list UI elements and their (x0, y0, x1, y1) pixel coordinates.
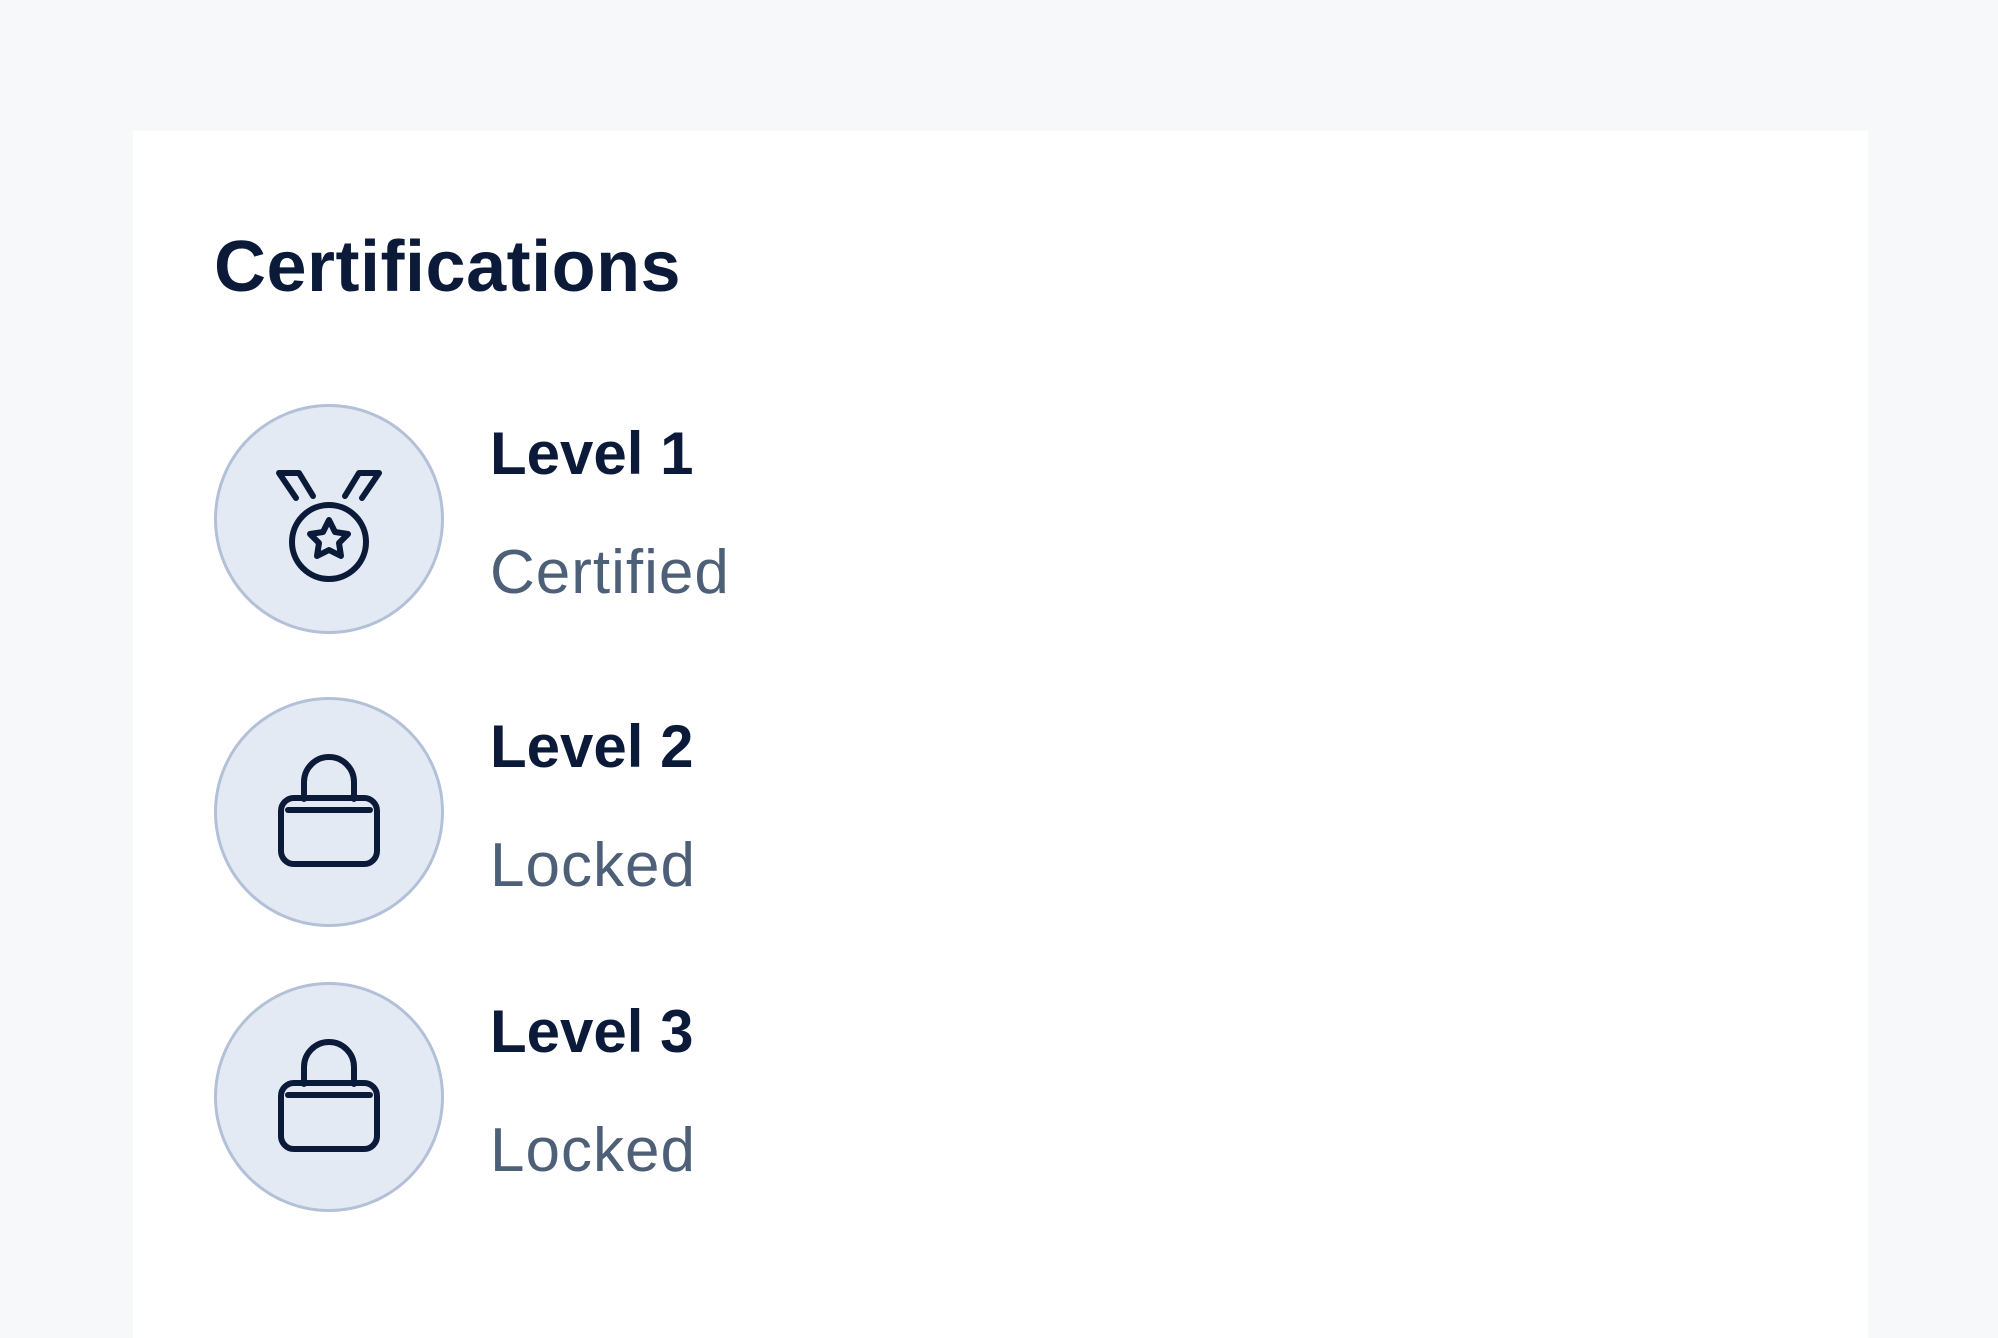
certification-badge (214, 982, 444, 1212)
certification-level-name: Level 1 (490, 420, 694, 487)
certification-level-name: Level 2 (490, 713, 694, 780)
certification-item-level-1: Level 1 Certified (214, 404, 1114, 634)
certification-badge (214, 404, 444, 634)
certification-level-name: Level 3 (490, 998, 694, 1065)
medal-icon (269, 454, 389, 584)
certification-item-level-3: Level 3 Locked (214, 982, 1114, 1212)
certification-badge (214, 697, 444, 927)
certification-status: Certified (490, 538, 730, 607)
certifications-card: Certifications Level 1 Certified Level 2… (133, 131, 1868, 1338)
certification-status: Locked (490, 831, 696, 900)
certification-status: Locked (490, 1116, 696, 1185)
section-title: Certifications (214, 227, 682, 307)
lock-icon (274, 1035, 384, 1159)
lock-icon (274, 750, 384, 874)
certification-item-level-2: Level 2 Locked (214, 697, 1114, 927)
